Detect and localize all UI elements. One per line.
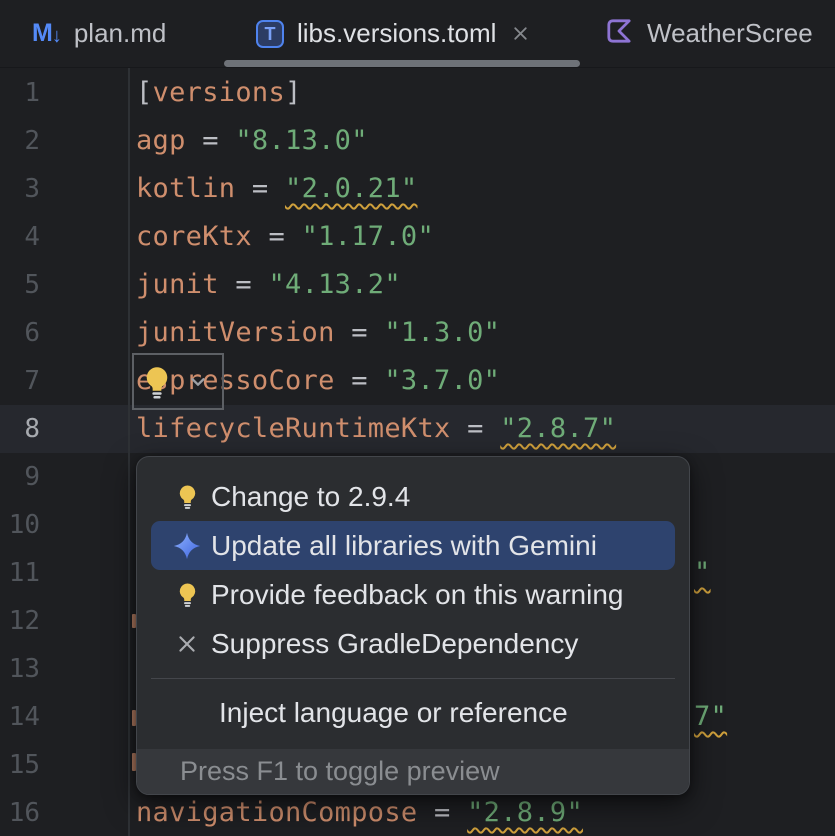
intention-action-item[interactable]: Provide feedback on this warning [151, 570, 675, 619]
code-token: = [219, 269, 269, 300]
editor-tabs-bar: M↓ plan.md T libs.versions.toml WeatherS… [0, 0, 835, 68]
chevron-down-icon [185, 369, 211, 395]
code-token: "2.8.7" [500, 413, 616, 444]
code-line: agp = "8.13.0" [136, 117, 368, 165]
line-number: 2 [0, 117, 40, 165]
code-token: "1.17.0" [302, 221, 434, 252]
popup-menu: Change to 2.9.4 Update all libraries with… [137, 457, 689, 737]
tab-label: libs.versions.toml [297, 18, 496, 49]
menu-item-label: Suppress GradleDependency [211, 628, 578, 660]
intention-bulb-widget[interactable] [132, 353, 224, 410]
intention-action-item[interactable]: Update all libraries with Gemini [151, 521, 675, 570]
menu-item-label: Inject language or reference [219, 697, 568, 729]
line-number: 16 [0, 789, 40, 836]
code-token: "8.13.0" [235, 125, 367, 156]
tab-libs-versions-toml[interactable]: T libs.versions.toml [224, 0, 580, 67]
intention-action-item[interactable]: Inject language or reference [151, 688, 675, 737]
code-token: ] [285, 77, 302, 108]
toml-icon: T [256, 20, 284, 48]
line-number: 12 [0, 597, 40, 645]
gutter-separator [128, 68, 130, 836]
menu-item-label: Change to 2.9.4 [211, 481, 410, 513]
code-token: versions [153, 77, 285, 108]
code-token: 7" [694, 693, 727, 741]
gemini-sparkle-icon [171, 531, 203, 561]
code-token: kotlin [136, 173, 235, 204]
code-token: "2.8.9" [467, 797, 583, 828]
tab-plan-md[interactable]: M↓ plan.md [0, 0, 166, 67]
tab-label: plan.md [74, 18, 167, 49]
code-token: " [694, 549, 711, 597]
code-token: = [235, 173, 285, 204]
popup-footer-hint: Press F1 to toggle preview [137, 749, 689, 794]
menu-item-label: Update all libraries with Gemini [211, 530, 597, 562]
code-token: = [417, 797, 467, 828]
tab-label: WeatherScree [647, 18, 813, 49]
code-token: "2.0.21" [285, 173, 417, 204]
line-number: 14 [0, 693, 40, 741]
line-number: 4 [0, 213, 40, 261]
ide-window: M↓ plan.md T libs.versions.toml WeatherS… [0, 0, 835, 836]
code-token: coreKtx [136, 221, 252, 252]
intention-actions-popup: Change to 2.9.4 Update all libraries with… [136, 456, 690, 795]
code-line: coreKtx = "1.17.0" [136, 213, 434, 261]
menu-divider [151, 678, 675, 679]
active-tab-underline [224, 60, 580, 67]
menu-item-label: Provide feedback on this warning [211, 579, 623, 611]
lightbulb-icon [139, 364, 175, 400]
code-token: lifecycleRuntimeKtx [136, 413, 451, 444]
code-token: "3.7.0" [384, 365, 500, 396]
line-number: 8 [0, 405, 40, 453]
code-token: = [186, 125, 236, 156]
line-number: 1 [0, 69, 40, 117]
code-token: = [252, 221, 302, 252]
line-number: 6 [0, 309, 40, 357]
line-number: 9 [0, 453, 40, 501]
code-token: agp [136, 125, 186, 156]
line-number: 7 [0, 357, 40, 405]
lightbulb-icon [171, 483, 203, 510]
code-line: junit = "4.13.2" [136, 261, 401, 309]
code-token: = [335, 317, 385, 348]
line-number: 15 [0, 741, 40, 789]
close-icon[interactable] [510, 23, 531, 44]
tab-weatherscreen[interactable]: WeatherScree [572, 0, 813, 67]
line-number: 11 [0, 549, 40, 597]
close-icon [171, 633, 203, 655]
code-line: junitVersion = "1.3.0" [136, 309, 500, 357]
code-line: kotlin = "2.0.21" [136, 165, 417, 213]
code-token: navigationCompose [136, 797, 417, 828]
code-line: lifecycleRuntimeKtx = "2.8.7" [136, 405, 616, 453]
code-token: junit [136, 269, 219, 300]
code-token: = [451, 413, 501, 444]
kotlin-icon [604, 16, 634, 51]
code-line: navigationCompose = "2.8.9" [136, 789, 583, 836]
intention-action-item[interactable]: Suppress GradleDependency [151, 619, 675, 668]
line-number: 3 [0, 165, 40, 213]
markdown-icon: M↓ [32, 19, 62, 48]
code-token: "1.3.0" [384, 317, 500, 348]
code-token: junitVersion [136, 317, 335, 348]
lightbulb-icon [171, 581, 203, 608]
line-number: 13 [0, 645, 40, 693]
footer-hint-text: Press F1 to toggle preview [180, 756, 500, 787]
intention-action-item[interactable]: Change to 2.9.4 [151, 472, 675, 521]
code-token: [ [136, 77, 153, 108]
code-token: = [335, 365, 385, 396]
code-token: "4.13.2" [268, 269, 400, 300]
line-number: 10 [0, 501, 40, 549]
line-number: 5 [0, 261, 40, 309]
code-line: [versions] [136, 69, 302, 117]
